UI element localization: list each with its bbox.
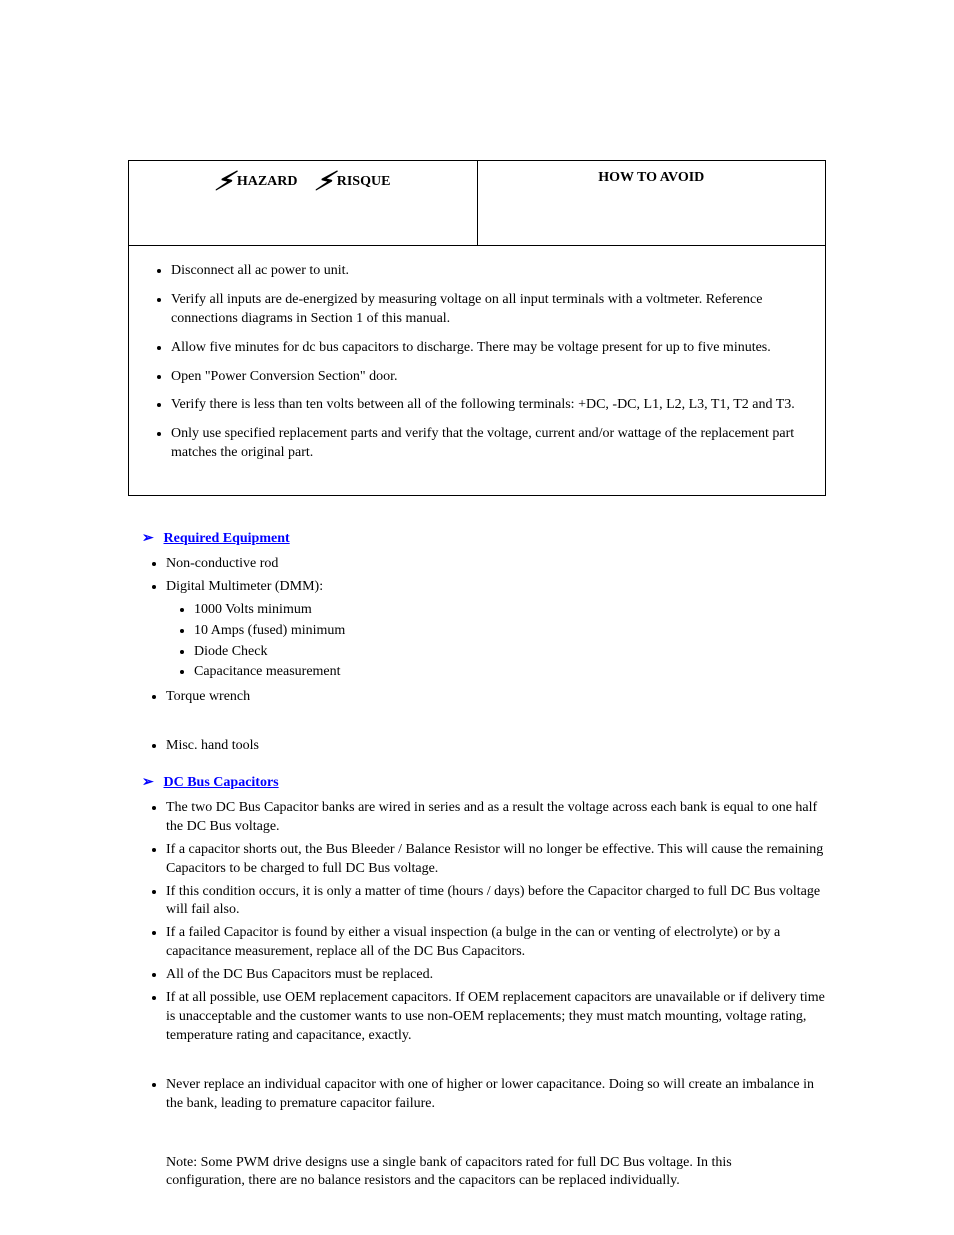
list-item: Digital Multimeter (DMM):: [166, 578, 826, 597]
dc-bus-capacitors-link[interactable]: DC Bus Capacitors: [164, 775, 279, 790]
hazard-bullet-list: Disconnect all ac power to unit. Verify …: [171, 262, 813, 463]
list-item: Open "Power Conversion Section" door.: [171, 368, 813, 387]
lightning-icon: ⚡︎: [213, 169, 235, 195]
required-equipment-link[interactable]: Required Equipment: [164, 531, 290, 546]
body-content: ➢ Required Equipment Non-conductive rod …: [128, 530, 826, 1191]
arrow-icon: ➢: [142, 774, 160, 793]
required-equipment-list-2: Torque wrench Misc. hand tools: [166, 688, 826, 756]
list-item: Torque wrench: [166, 688, 826, 707]
page: ⚡︎ HAZARD ⚡︎ RISQUE HOW TO AVOID Disconn…: [0, 0, 954, 1235]
how-to-avoid-label: HOW TO AVOID: [598, 170, 704, 185]
hazard-header-right: HOW TO AVOID: [477, 161, 826, 246]
dc-bus-capacitors-list: The two DC Bus Capacitor banks are wired…: [166, 799, 826, 1113]
list-item: Verify all inputs are de-energized by me…: [171, 291, 813, 329]
list-item: 10 Amps (fused) minimum: [194, 622, 826, 641]
list-item: If this condition occurs, it is only a m…: [166, 883, 826, 921]
dmm-spec-list: 1000 Volts minimum 10 Amps (fused) minim…: [194, 601, 826, 683]
list-item: Never replace an individual capacitor wi…: [166, 1076, 826, 1114]
list-item: If a capacitor shorts out, the Bus Bleed…: [166, 841, 826, 879]
arrow-icon: ➢: [142, 530, 160, 549]
list-item: Verify there is less than ten volts betw…: [171, 396, 813, 415]
list-item: If at all possible, use OEM replacement …: [166, 989, 826, 1046]
hazard-table: ⚡︎ HAZARD ⚡︎ RISQUE HOW TO AVOID Disconn…: [128, 160, 826, 496]
list-item: Only use specified replacement parts and…: [171, 425, 813, 463]
list-item: 1000 Volts minimum: [194, 601, 826, 620]
list-item: Non-conductive rod: [166, 555, 826, 574]
hazard-header-left: ⚡︎ HAZARD ⚡︎ RISQUE: [129, 161, 478, 246]
note-text: Note: Some PWM drive designs use a singl…: [166, 1154, 806, 1192]
list-item: Misc. hand tools: [166, 737, 826, 756]
list-item: The two DC Bus Capacitor banks are wired…: [166, 799, 826, 837]
hazard-label: HAZARD: [237, 174, 298, 189]
section-heading-dc-bus-capacitors: ➢ DC Bus Capacitors: [142, 774, 826, 793]
list-item: Disconnect all ac power to unit.: [171, 262, 813, 281]
list-item: Allow five minutes for dc bus capacitors…: [171, 339, 813, 358]
list-item: Diode Check: [194, 643, 826, 662]
risque-label: RISQUE: [337, 174, 391, 189]
required-equipment-list: Non-conductive rod Digital Multimeter (D…: [166, 555, 826, 597]
list-item: Capacitance measurement: [194, 663, 826, 682]
hazard-body-cell: Disconnect all ac power to unit. Verify …: [129, 246, 826, 496]
lightning-icon: ⚡︎: [313, 169, 335, 195]
list-item: If a failed Capacitor is found by either…: [166, 924, 826, 962]
section-heading-required-equipment: ➢ Required Equipment: [142, 530, 826, 549]
list-item: All of the DC Bus Capacitors must be rep…: [166, 966, 826, 985]
